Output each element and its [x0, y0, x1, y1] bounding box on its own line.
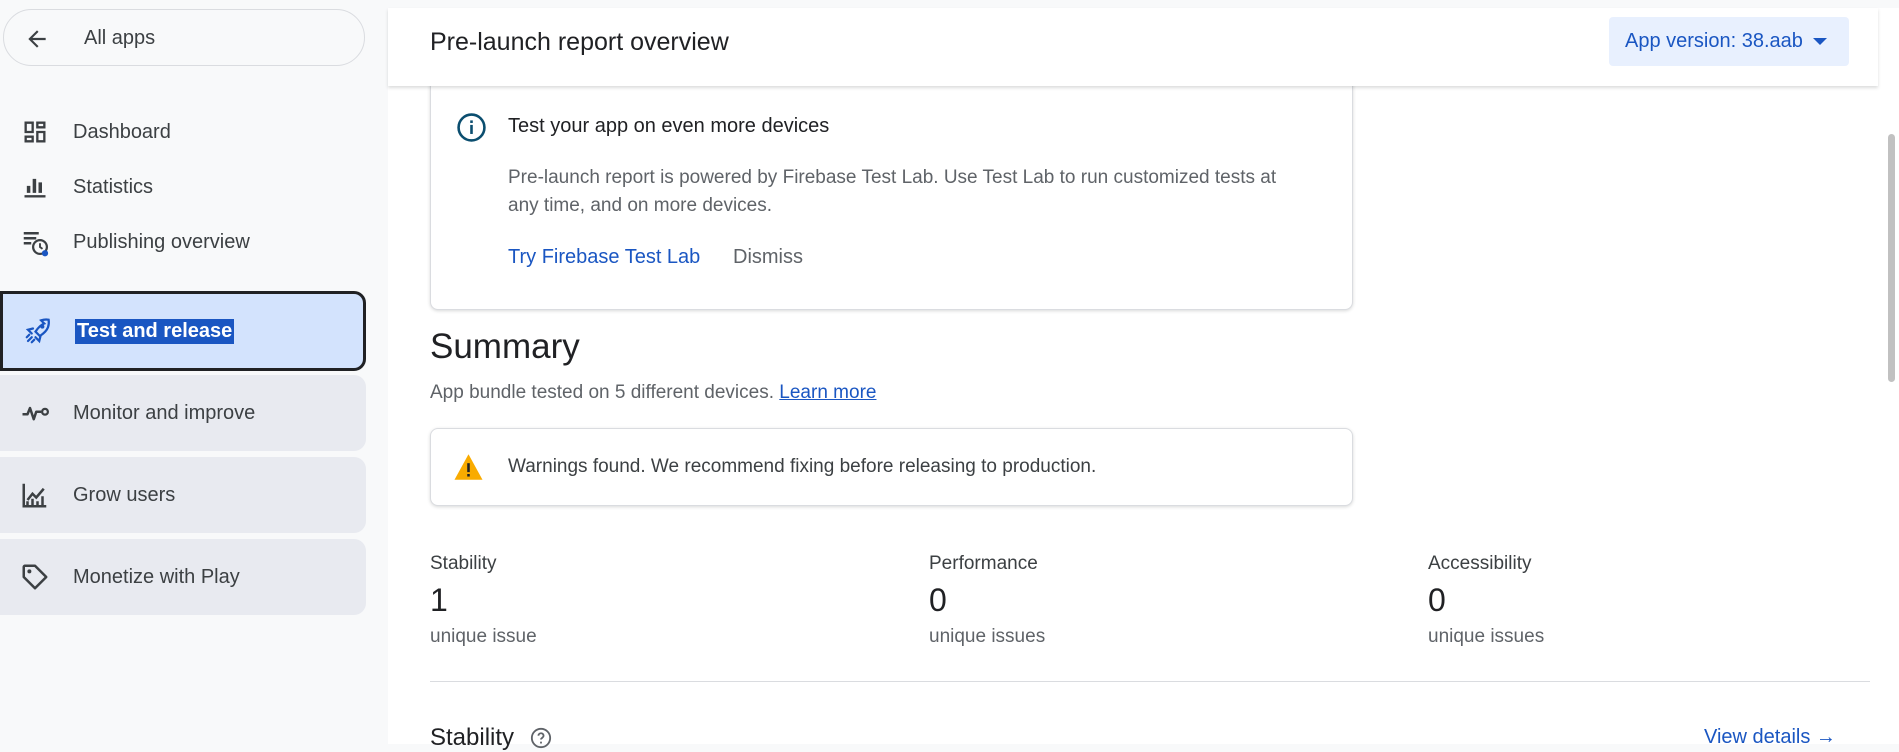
dashboard-icon: [20, 117, 50, 147]
bar-chart-icon: [20, 172, 50, 202]
all-apps-button[interactable]: All apps: [3, 9, 365, 66]
metric-label: Performance: [929, 553, 1038, 574]
metric-value: 0: [1428, 582, 1446, 618]
info-card-title: Test your app on even more devices: [508, 115, 830, 137]
stability-metric: Stability 1 unique issue: [430, 553, 830, 648]
summary-subtitle: App bundle tested on 5 different devices…: [430, 382, 876, 404]
sidebar-item-label: Dashboard: [73, 120, 171, 143]
app-version-label: App version: 38.aab: [1625, 30, 1803, 52]
sidebar-item-dashboard[interactable]: Dashboard: [0, 108, 366, 156]
performance-metric: Performance 0 unique issues: [929, 553, 1329, 648]
main-content: Pre-launch report overview App version: …: [388, 8, 1899, 751]
sidebar-item-label: Publishing overview: [73, 230, 250, 253]
grow-users-icon: [20, 480, 50, 510]
dismiss-button[interactable]: Dismiss: [733, 246, 803, 269]
sidebar-item-test-and-release[interactable]: Test and release: [0, 291, 366, 371]
warning-icon: [454, 454, 483, 480]
metric-label: Stability: [430, 553, 497, 574]
sidebar-item-label: Test and release: [75, 318, 235, 344]
summary-subtitle-text: App bundle tested on 5 different devices…: [430, 382, 775, 403]
help-icon[interactable]: [530, 727, 552, 749]
tag-icon: [20, 562, 50, 592]
sidebar-item-statistics[interactable]: Statistics: [0, 163, 366, 211]
warning-text: Warnings found. We recommend fixing befo…: [508, 456, 1097, 477]
accessibility-metric: Accessibility 0 unique issues: [1428, 553, 1828, 648]
dropdown-caret-icon: [1813, 38, 1827, 45]
warning-banner: Warnings found. We recommend fixing befo…: [430, 428, 1353, 506]
sidebar: All apps Dashboard Statistics Publishing…: [0, 0, 388, 744]
arrow-right-icon: →: [1815, 726, 1836, 748]
try-firebase-test-lab-link[interactable]: Try Firebase Test Lab: [508, 246, 700, 269]
stability-heading: Stability: [430, 724, 515, 751]
metric-unit: unique issues: [929, 626, 1046, 647]
rocket-icon: [23, 316, 53, 346]
metric-unit: unique issue: [430, 626, 537, 647]
page-header: Pre-launch report overview App version: …: [388, 8, 1878, 86]
summary-heading: Summary: [430, 327, 580, 366]
sidebar-item-publishing-overview[interactable]: Publishing overview: [0, 218, 366, 266]
page-title: Pre-launch report overview: [430, 28, 729, 56]
view-details-link[interactable]: View details →: [1704, 726, 1836, 749]
scrollbar-thumb[interactable]: [1888, 134, 1895, 382]
app-version-dropdown[interactable]: App version: 38.aab: [1609, 17, 1849, 66]
divider: [430, 681, 1870, 682]
sidebar-item-label: Monetize with Play: [73, 565, 240, 588]
metric-label: Accessibility: [1428, 553, 1532, 574]
publishing-overview-icon: [20, 227, 50, 257]
sidebar-item-monitor-and-improve[interactable]: Monitor and improve: [0, 375, 366, 451]
info-icon: [457, 113, 486, 142]
sidebar-item-label: Grow users: [73, 483, 176, 506]
sidebar-item-label: Statistics: [73, 175, 154, 198]
metric-value: 1: [430, 582, 448, 618]
firebase-info-card: Test your app on even more devices Pre-l…: [430, 68, 1353, 310]
vitals-icon: [20, 398, 50, 428]
sidebar-item-label: Monitor and improve: [73, 401, 256, 424]
view-details-label: View details: [1704, 726, 1811, 748]
info-card-body: Pre-launch report is powered by Firebase…: [508, 167, 1277, 216]
all-apps-label: All apps: [84, 27, 156, 49]
metric-unit: unique issues: [1428, 626, 1545, 647]
back-arrow-icon: [28, 30, 46, 48]
metric-value: 0: [929, 582, 947, 618]
sidebar-item-monetize-with-play[interactable]: Monetize with Play: [0, 539, 366, 615]
learn-more-link[interactable]: Learn more: [779, 382, 876, 403]
sidebar-item-grow-users[interactable]: Grow users: [0, 457, 366, 533]
